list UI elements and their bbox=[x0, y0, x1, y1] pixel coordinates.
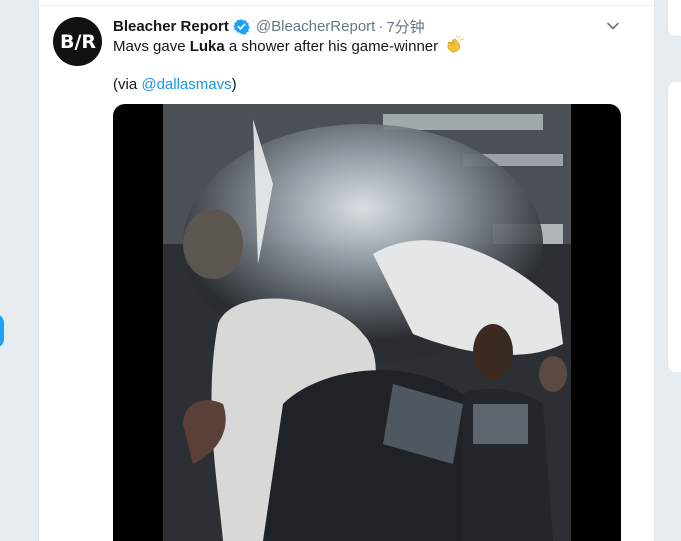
avatar-slash: / bbox=[74, 30, 81, 53]
verified-badge-icon bbox=[233, 18, 250, 35]
avatar-letter-b: B bbox=[59, 30, 75, 53]
tweet-media[interactable] bbox=[113, 104, 621, 541]
mention-link[interactable]: @dallasmavs bbox=[141, 76, 231, 93]
tweet-timestamp[interactable]: 7分钟 bbox=[386, 16, 424, 37]
tweet-via-line: (via @dallasmavs) bbox=[113, 75, 237, 95]
tweet-text-bold: Luka bbox=[189, 38, 225, 55]
avatar-letter-r: R bbox=[81, 30, 96, 53]
divider bbox=[39, 5, 656, 6]
right-sidebar-card bbox=[667, 82, 681, 372]
right-sidebar-card bbox=[667, 0, 681, 37]
tweet-header: Bleacher Report @BleacherReport · 7分钟 bbox=[113, 15, 425, 37]
tweet-text-after: a shower after his game-winner bbox=[224, 38, 439, 55]
display-name[interactable]: Bleacher Report bbox=[113, 18, 229, 35]
clapping-hands-emoji bbox=[447, 36, 464, 53]
via-open: (via bbox=[113, 76, 142, 93]
video-frame[interactable] bbox=[163, 104, 571, 541]
avatar[interactable]: B / R bbox=[53, 17, 102, 66]
tweet-text-before: Mavs gave bbox=[113, 38, 190, 55]
user-handle[interactable]: @BleacherReport bbox=[256, 18, 375, 35]
left-column bbox=[0, 0, 38, 541]
separator-dot: · bbox=[378, 17, 384, 35]
tweet-text: Mavs gave Luka a shower after his game-w… bbox=[113, 36, 464, 57]
via-close: ) bbox=[231, 76, 237, 93]
chevron-down-icon[interactable] bbox=[605, 18, 621, 34]
tweet-card[interactable]: B / R Bleacher Report @BleacherReport · 7分… bbox=[38, 0, 656, 541]
compose-tweet-button[interactable] bbox=[0, 314, 4, 348]
